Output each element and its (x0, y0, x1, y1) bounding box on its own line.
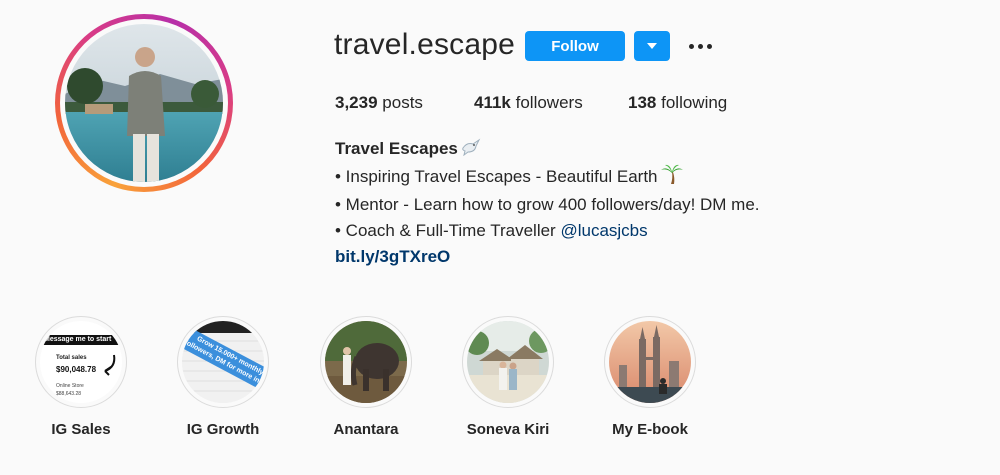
posts-stat: 3,239 posts (335, 93, 423, 113)
follow-options-button[interactable] (634, 31, 670, 61)
bio-line-3: • Coach & Full-Time Traveller (335, 221, 556, 240)
highlight-cover-soneva-kiri (467, 321, 549, 403)
highlight-cover-ring (320, 316, 412, 408)
thumb-title: Total sales (56, 355, 87, 361)
highlight-ig-growth[interactable]: Grow 15.000+ monthly followers, DM for m… (173, 316, 273, 438)
followers-stat[interactable]: 411k followers (474, 93, 583, 113)
highlight-anantara[interactable]: Anantara (316, 316, 416, 438)
highlight-cover-anantara (325, 321, 407, 403)
posts-label: posts (382, 93, 423, 112)
following-count: 138 (628, 93, 657, 112)
highlight-label: Soneva Kiri (466, 421, 550, 438)
highlight-soneva-kiri[interactable]: Soneva Kiri (458, 316, 558, 438)
highlight-ig-sales[interactable]: Message me to start Total sales $90,048.… (31, 316, 131, 438)
highlight-cover-ring: Message me to start Total sales $90,048.… (35, 316, 127, 408)
followers-label: followers (515, 93, 583, 112)
highlight-label: Anantara (333, 421, 399, 438)
bio-line-1: • Inspiring Travel Escapes - Beautiful E… (335, 167, 658, 186)
thumb-banner: Message me to start (40, 335, 122, 345)
thumb-sub: Online Store (56, 383, 84, 389)
profile-avatar[interactable] (65, 24, 223, 182)
thumb-sub-amount: $88,643.28 (56, 391, 82, 397)
highlight-cover-ring (604, 316, 696, 408)
more-icon (688, 43, 712, 49)
highlight-label: My E-book (612, 421, 688, 438)
chevron-down-icon (647, 43, 657, 49)
following-stat[interactable]: 138 following (628, 93, 727, 113)
posts-count: 3,239 (335, 93, 378, 112)
palm-tree-icon (660, 164, 683, 192)
highlight-cover-ring: Grow 15.000+ monthly followers, DM for m… (177, 316, 269, 408)
highlight-cover-ig-sales: Message me to start Total sales $90,048.… (40, 321, 122, 403)
arrow-icon (104, 354, 116, 376)
website-link[interactable]: bit.ly/3gTXreO (335, 247, 450, 266)
follow-button[interactable]: Follow (525, 31, 625, 61)
highlight-cover-ring (462, 316, 554, 408)
bio-line-2: • Mentor - Learn how to grow 400 followe… (335, 195, 760, 214)
profile-full-name: Travel Escapes (335, 139, 458, 158)
mention-link[interactable]: @lucasjcbs (560, 221, 647, 240)
profile-username: travel.escape (334, 28, 516, 61)
profile-bio: Travel Escapes • Inspiring Travel Escape… (335, 136, 760, 270)
highlight-my-e-book[interactable]: My E-book (600, 316, 700, 438)
highlight-label: IG Growth (186, 421, 260, 438)
profile-avatar-ring[interactable] (55, 14, 233, 192)
followers-count: 411k (474, 93, 511, 112)
following-label: following (661, 93, 728, 112)
dove-icon (461, 138, 481, 164)
highlight-cover-ig-growth: Grow 15.000+ monthly followers, DM for m… (182, 321, 264, 403)
more-options-button[interactable] (684, 32, 716, 60)
thumb-amount: $90,048.78 (56, 365, 97, 374)
highlight-cover-my-e-book (609, 321, 691, 403)
highlight-label: IG Sales (51, 421, 111, 438)
